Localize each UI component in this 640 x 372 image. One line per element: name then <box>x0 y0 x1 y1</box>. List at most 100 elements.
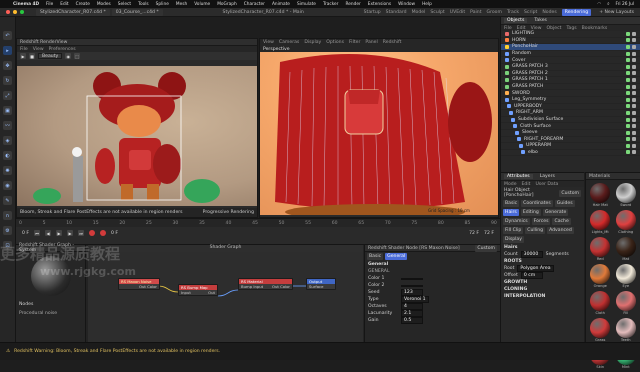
record-icon[interactable] <box>89 230 96 236</box>
attr-btn-fillclip[interactable]: Fill Clip <box>503 227 524 234</box>
growth-section[interactable]: GROWTH <box>501 279 584 286</box>
menu-mesh[interactable]: Mesh <box>176 2 187 7</box>
menu-volume[interactable]: Volume <box>194 2 210 7</box>
viewport-camera-label[interactable]: Perspective <box>263 47 290 52</box>
attr-menu-mode[interactable]: Mode <box>504 182 517 187</box>
layout-rendering[interactable]: Rendering <box>561 8 592 16</box>
attr-btn-basic[interactable]: Basic <box>503 200 520 207</box>
tag-icon[interactable] <box>626 58 630 63</box>
tag-icon[interactable] <box>626 97 630 102</box>
tag-icon[interactable] <box>632 104 636 109</box>
node-field-value[interactable]: 2.1 <box>401 310 423 317</box>
select-icon[interactable]: ▸ <box>3 46 12 55</box>
object-row[interactable]: LIGHTING <box>501 31 640 38</box>
node-props-subsection[interactable]: GENERAL <box>365 268 500 275</box>
light-icon[interactable]: ✺ <box>3 166 12 175</box>
deformer-icon[interactable]: ◐ <box>3 151 12 160</box>
tab-attributes[interactable]: Attributes <box>504 174 533 179</box>
tag-icon[interactable] <box>626 137 630 142</box>
menu-animate[interactable]: Animate <box>272 2 290 7</box>
node-field-value[interactable] <box>401 284 423 287</box>
object-row[interactable]: Leg_Symmetry <box>501 97 640 104</box>
vp-menu-options[interactable]: Options <box>326 40 344 45</box>
om-menu-bookmarks[interactable]: Bookmarks <box>582 26 608 31</box>
tag-icon[interactable] <box>632 124 636 129</box>
new-layout-button[interactable]: + New Layouts <box>599 10 634 15</box>
attr-btn-guides[interactable]: Guides <box>554 200 575 207</box>
node-bump-map-ports[interactable]: Input Out <box>179 290 217 295</box>
menu-create[interactable]: Create <box>76 2 90 7</box>
object-row[interactable]: elbo <box>501 150 640 157</box>
tag-icon[interactable] <box>632 31 636 36</box>
layout-sculpt[interactable]: Sculpt <box>430 10 444 15</box>
tag-icon[interactable] <box>626 91 630 96</box>
attr-btn-hairs[interactable]: Hairs <box>503 209 519 216</box>
scale-icon[interactable]: ⤢ <box>3 91 12 100</box>
node-output-port[interactable]: Surface <box>307 284 335 289</box>
next-frame-icon[interactable]: ▶ <box>67 230 74 236</box>
layout-nodes[interactable]: Nodes <box>542 10 556 15</box>
om-menu-file[interactable]: File <box>504 26 512 31</box>
tag-icon[interactable] <box>632 44 636 49</box>
node-props-tab-basic[interactable]: Basic <box>367 253 384 260</box>
om-menu-tags[interactable]: Tags <box>566 26 576 31</box>
attr-menu-userdata[interactable]: User Data <box>535 182 558 187</box>
menu-window[interactable]: Window <box>398 2 415 7</box>
node-rs-material-ports[interactable]: Bump Input Out Color <box>239 284 292 289</box>
node-props-mode[interactable]: Custom <box>475 244 497 252</box>
object-row[interactable]: Subdivision Surface <box>501 117 640 124</box>
material-swatch[interactable]: Fill <box>615 291 638 315</box>
autokey-icon[interactable] <box>100 230 107 236</box>
node-bump-map[interactable]: RS Bump Map Input Out <box>178 284 218 296</box>
attr-menu-edit[interactable]: Edit <box>522 182 531 187</box>
minimize-button[interactable] <box>13 10 17 14</box>
object-row[interactable]: RIGHT_ARM <box>501 110 640 117</box>
settings-icon[interactable]: ⚙ <box>3 226 12 235</box>
object-row[interactable]: Cover <box>501 57 640 64</box>
first-frame-icon[interactable]: ⏮ <box>34 230 41 236</box>
layout-paint[interactable]: Paint <box>470 10 481 15</box>
layout-script[interactable]: Script <box>524 10 537 15</box>
tag-icon[interactable] <box>632 51 636 56</box>
doc-tab-2[interactable]: 03_Course_...c4d * <box>111 8 163 16</box>
attr-btn-generate[interactable]: Generate <box>542 209 569 216</box>
tag-icon[interactable] <box>626 150 630 155</box>
menu-simulate[interactable]: Simulate <box>297 2 316 7</box>
attr-btn-culling[interactable]: Culling <box>525 227 546 234</box>
render-play-icon[interactable]: ▶ <box>20 53 26 59</box>
current-frame[interactable]: 0 F <box>111 231 118 236</box>
layout-model[interactable]: Model <box>412 10 426 15</box>
material-swatch[interactable]: Grass <box>589 318 612 342</box>
tag-icon[interactable] <box>632 38 636 43</box>
object-row[interactable]: GRASS PATCH 1 <box>501 77 640 84</box>
tag-icon[interactable] <box>626 77 630 82</box>
object-row[interactable]: RIGHT_FOREARM <box>501 137 640 144</box>
tag-icon[interactable] <box>632 137 636 142</box>
material-swatch[interactable]: Hair Mat <box>589 183 612 207</box>
aov-select[interactable]: Beauty <box>38 53 63 59</box>
tag-icon[interactable] <box>632 143 636 148</box>
tag-icon[interactable] <box>626 104 630 109</box>
roots-section[interactable]: ROOTS <box>501 258 584 265</box>
prev-frame-icon[interactable]: ◀ <box>45 230 52 236</box>
node-field-value[interactable]: 4 <box>401 303 423 310</box>
om-menu-view[interactable]: View <box>531 26 542 31</box>
material-swatch[interactable]: Teeth <box>615 318 638 342</box>
attr-mode-select[interactable]: Custom <box>559 189 581 197</box>
sculpt-icon[interactable]: ✎ <box>3 196 12 205</box>
node-props-tab-general[interactable]: General <box>385 253 408 260</box>
node-output[interactable]: Output Surface <box>306 278 336 290</box>
object-row[interactable]: PonchoHair <box>501 44 640 51</box>
layout-uvedit[interactable]: UVEdit <box>450 10 465 15</box>
node-browser-item[interactable]: Procedural noise <box>16 309 85 318</box>
move-icon[interactable]: ✥ <box>3 61 12 70</box>
rv-menu-preferences[interactable]: Preferences <box>49 47 76 52</box>
play-icon[interactable]: ▶ <box>56 230 63 236</box>
node-rs-material[interactable]: RS Material Bump Input Out Color <box>238 278 293 290</box>
tag-icon[interactable] <box>626 124 630 129</box>
menu-extensions[interactable]: Extensions <box>368 2 391 7</box>
region-icon[interactable]: ⬚ <box>74 53 81 59</box>
menu-select[interactable]: Select <box>118 2 131 7</box>
menu-tools[interactable]: Tools <box>138 2 149 7</box>
tag-icon[interactable] <box>626 84 630 89</box>
